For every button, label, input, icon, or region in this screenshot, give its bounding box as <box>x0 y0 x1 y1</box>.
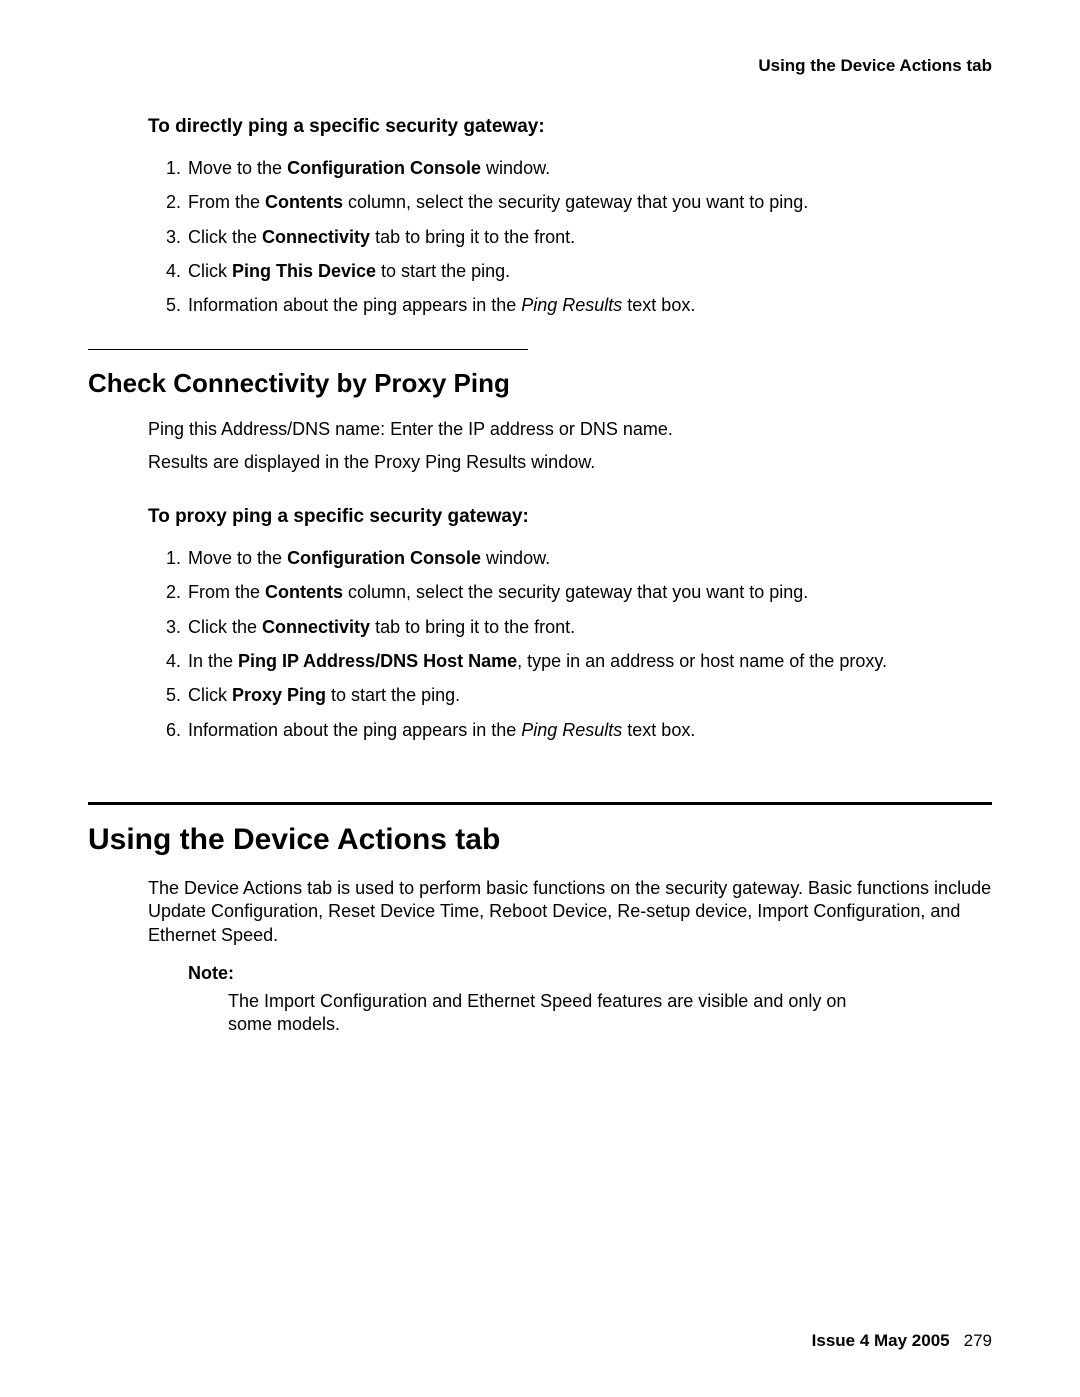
text: Information about the ping appears in th… <box>188 295 521 315</box>
text-bold: Configuration Console <box>287 158 481 178</box>
text-bold: Contents <box>265 582 343 602</box>
heading-device-actions: Using the Device Actions tab <box>88 823 992 857</box>
text-bold: Proxy Ping <box>232 685 326 705</box>
text-italic: Ping Results <box>521 295 622 315</box>
steps-direct-ping: Move to the Configuration Console window… <box>156 156 992 317</box>
text: Click <box>188 685 232 705</box>
subhead-direct-ping: To directly ping a specific security gat… <box>148 116 992 138</box>
heading-proxy-ping: Check Connectivity by Proxy Ping <box>88 368 992 399</box>
text: From the <box>188 582 265 602</box>
list-item: Information about the ping appears in th… <box>186 293 992 317</box>
text-bold: Connectivity <box>262 617 370 637</box>
text-bold: Configuration Console <box>287 548 481 568</box>
text: Information about the ping appears in th… <box>188 720 521 740</box>
text: column, select the security gateway that… <box>343 582 808 602</box>
text-bold: Ping IP Address/DNS Host Name <box>238 651 517 671</box>
text-bold: Contents <box>265 192 343 212</box>
list-item: Click Ping This Device to start the ping… <box>186 259 992 283</box>
page-footer: Issue 4 May 2005 279 <box>812 1331 992 1351</box>
note-label: Note: <box>188 963 992 984</box>
list-item: Click the Connectivity tab to bring it t… <box>186 615 992 639</box>
text: text box. <box>622 720 695 740</box>
text: tab to bring it to the front. <box>370 227 575 247</box>
text: window. <box>481 158 550 178</box>
text: to start the ping. <box>326 685 460 705</box>
text: In the <box>188 651 238 671</box>
subhead-proxy-ping: To proxy ping a specific security gatewa… <box>148 506 992 528</box>
list-item: In the Ping IP Address/DNS Host Name, ty… <box>186 649 992 673</box>
text: window. <box>481 548 550 568</box>
paragraph: Results are displayed in the Proxy Ping … <box>148 450 992 474</box>
text-bold: Ping This Device <box>232 261 376 281</box>
list-item: Click the Connectivity tab to bring it t… <box>186 225 992 249</box>
list-item: Click Proxy Ping to start the ping. <box>186 683 992 707</box>
steps-proxy-ping: Move to the Configuration Console window… <box>156 546 992 742</box>
text: tab to bring it to the front. <box>370 617 575 637</box>
text-italic: Ping Results <box>521 720 622 740</box>
text: Click the <box>188 617 262 637</box>
text: column, select the security gateway that… <box>343 192 808 212</box>
list-item: Move to the Configuration Console window… <box>186 546 992 570</box>
page: Using the Device Actions tab To directly… <box>0 0 1080 1397</box>
text: From the <box>188 192 265 212</box>
text: to start the ping. <box>376 261 510 281</box>
divider-full <box>88 802 992 805</box>
text: Move to the <box>188 548 287 568</box>
text: Click <box>188 261 232 281</box>
text: , type in an address or host name of the… <box>517 651 887 671</box>
text: Move to the <box>188 158 287 178</box>
list-item: From the Contents column, select the sec… <box>186 580 992 604</box>
footer-page-number: 279 <box>964 1331 992 1350</box>
divider-short <box>88 349 528 350</box>
list-item: Information about the ping appears in th… <box>186 718 992 742</box>
list-item: From the Contents column, select the sec… <box>186 190 992 214</box>
note-body: The Import Configuration and Ethernet Sp… <box>228 990 868 1037</box>
list-item: Move to the Configuration Console window… <box>186 156 992 180</box>
paragraph: Ping this Address/DNS name: Enter the IP… <box>148 417 992 441</box>
text: text box. <box>622 295 695 315</box>
running-header: Using the Device Actions tab <box>88 56 992 76</box>
text: Click the <box>188 227 262 247</box>
text-bold: Connectivity <box>262 227 370 247</box>
paragraph: The Device Actions tab is used to perfor… <box>148 877 992 947</box>
footer-issue: Issue 4 May 2005 <box>812 1331 950 1350</box>
